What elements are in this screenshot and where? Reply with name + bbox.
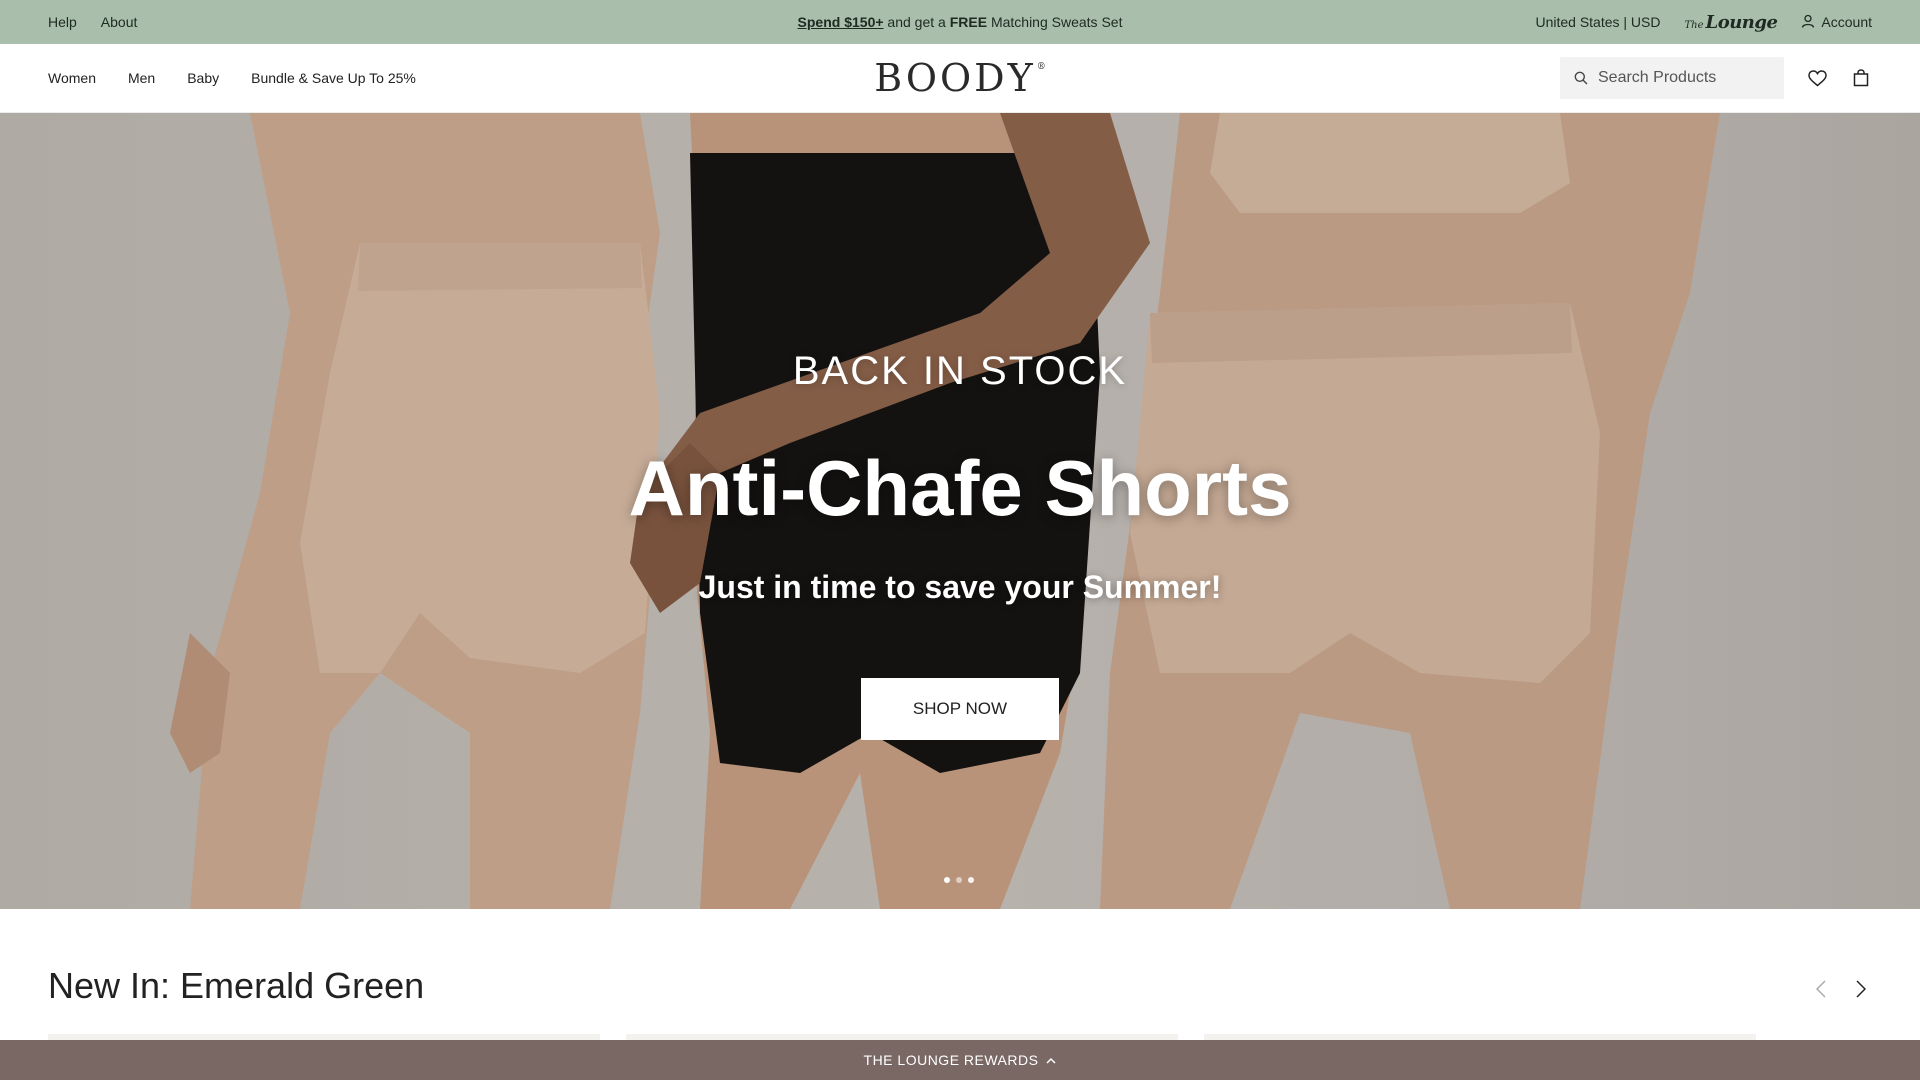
- shop-now-button[interactable]: SHOP NOW: [861, 678, 1059, 740]
- main-nav: Women Men Baby Bundle & Save Up To 25%: [48, 70, 416, 86]
- utility-links: Help About: [48, 14, 137, 30]
- lounge-rewards-bar[interactable]: THE LOUNGE REWARDS: [0, 1040, 1920, 1080]
- header-actions: [1560, 57, 1872, 99]
- promo-free: FREE: [949, 14, 988, 30]
- hero-subhead: Just in time to save your Summer!: [698, 569, 1222, 605]
- search-icon[interactable]: [1574, 71, 1588, 85]
- promo-message: Spend $150+ and get a FREE Matching Swea…: [798, 14, 1123, 30]
- nav-item-women[interactable]: Women: [48, 70, 96, 86]
- about-link[interactable]: About: [101, 14, 138, 30]
- brand-logo-text: BOODY: [874, 56, 1036, 100]
- section-title: New In: Emerald Green: [48, 965, 425, 1006]
- bag-icon: [1853, 69, 1869, 87]
- nav-item-bundle[interactable]: Bundle & Save Up To 25%: [251, 70, 416, 86]
- carousel-dot-3[interactable]: [968, 877, 974, 883]
- search-box: [1560, 57, 1784, 99]
- account-label: Account: [1821, 14, 1872, 30]
- heart-icon: [1807, 69, 1827, 87]
- lounge-logo-name: Lounge: [1705, 11, 1778, 33]
- wishlist-button[interactable]: [1806, 67, 1828, 89]
- promo-spend-link[interactable]: Spend $150+: [798, 14, 884, 30]
- help-link[interactable]: Help: [48, 14, 77, 30]
- utility-right: United States | USD The Lounge Account: [1535, 12, 1872, 33]
- carousel-prev-button[interactable]: [1810, 978, 1832, 1000]
- carousel-dot-2[interactable]: [956, 877, 962, 883]
- promo-text-mid: and get a: [883, 14, 950, 30]
- search-input[interactable]: [1598, 69, 1768, 87]
- hero-headline: Anti-Chafe Shorts: [628, 444, 1292, 532]
- brand-logo-mark: ®: [1036, 62, 1046, 72]
- lounge-logo-the: The: [1684, 19, 1704, 31]
- carousel-next-button[interactable]: [1850, 978, 1872, 1000]
- lounge-logo[interactable]: The Lounge: [1685, 12, 1778, 33]
- rewards-label: THE LOUNGE REWARDS: [863, 1052, 1039, 1068]
- announcement-bar: Help About Spend $150+ and get a FREE Ma…: [0, 0, 1920, 44]
- promo-text-end: Matching Sweats Set: [987, 14, 1123, 30]
- chevron-up-icon: [1046, 1057, 1056, 1064]
- carousel-dot-1[interactable]: [944, 877, 950, 883]
- hero-eyebrow: BACK IN STOCK: [792, 349, 1128, 393]
- carousel-dots: [944, 877, 974, 883]
- hero-banner[interactable]: BACK IN STOCK Anti-Chafe Shorts Just in …: [0, 113, 1920, 909]
- chevron-left-icon: [1816, 980, 1826, 998]
- account-link[interactable]: Account: [1801, 14, 1872, 31]
- carousel-arrows: [1810, 978, 1872, 1000]
- hero-content: BACK IN STOCK Anti-Chafe Shorts Just in …: [0, 113, 1920, 909]
- chevron-right-icon: [1856, 980, 1866, 998]
- nav-item-baby[interactable]: Baby: [187, 70, 219, 86]
- brand-logo[interactable]: BOODY ®: [874, 56, 1046, 100]
- cart-button[interactable]: [1850, 67, 1872, 89]
- nav-item-men[interactable]: Men: [128, 70, 155, 86]
- main-header: Women Men Baby Bundle & Save Up To 25% B…: [0, 44, 1920, 113]
- user-icon: [1801, 14, 1815, 31]
- region-selector[interactable]: United States | USD: [1535, 14, 1660, 30]
